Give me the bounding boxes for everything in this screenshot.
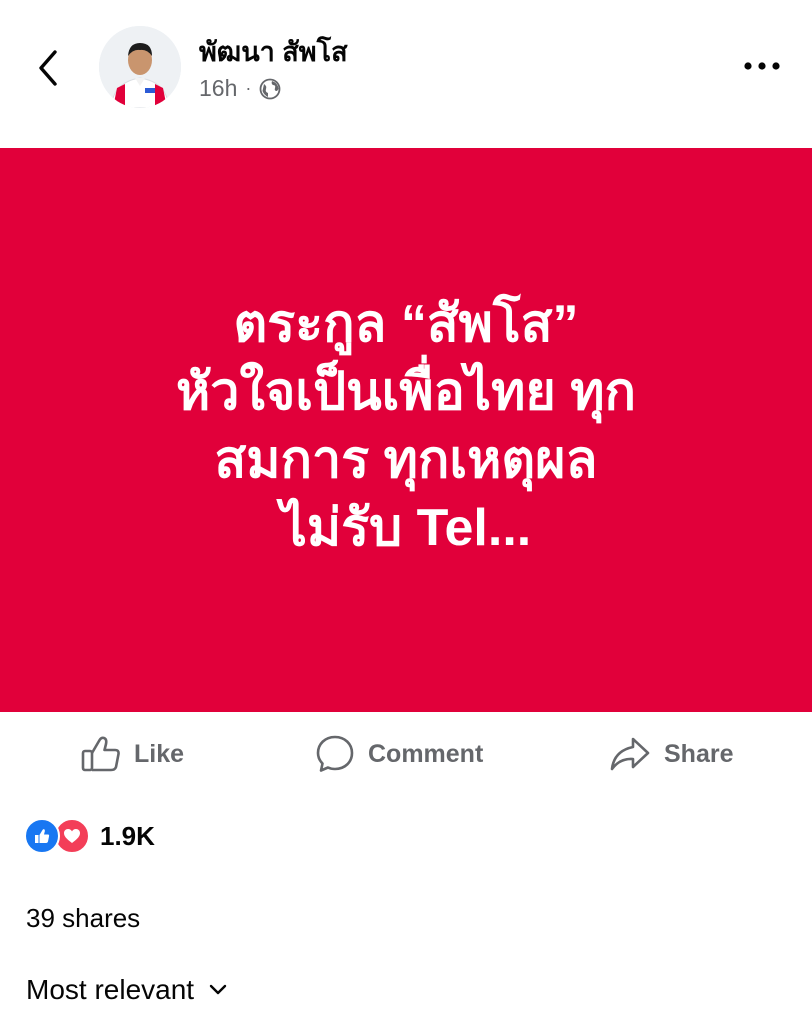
post-text-line: ตระกูล “สัพโส”: [233, 295, 579, 353]
post-actions-bar: Like Comment Share: [0, 712, 812, 796]
reactions-summary[interactable]: 1.9K: [24, 816, 155, 856]
share-icon: [610, 737, 650, 771]
post-timestamp[interactable]: 16h: [199, 75, 237, 102]
shares-count[interactable]: 39 shares: [26, 903, 140, 934]
share-button[interactable]: Share: [608, 712, 733, 796]
like-reaction-icon: [24, 818, 60, 854]
comment-label: Comment: [368, 739, 484, 768]
more-options-button[interactable]: [738, 52, 786, 80]
post-text: ตระกูล “สัพโส” หัวใจเป็นเพื่อไทย ทุก สมก…: [86, 290, 726, 562]
post-meta: 16h ·: [199, 75, 281, 102]
chevron-left-icon: [39, 50, 57, 86]
author-name[interactable]: พัฒนา สัพโส: [199, 30, 348, 73]
globe-icon: [259, 78, 281, 99]
comment-button[interactable]: Comment: [314, 712, 483, 796]
post-text-line: หัวใจเป็นเพื่อไทย ทุก: [175, 363, 637, 421]
post-text-line: สมการ ทุกเหตุผล: [214, 431, 598, 489]
back-button[interactable]: [28, 44, 68, 92]
post-content-card[interactable]: ตระกูล “สัพโส” หัวใจเป็นเพื่อไทย ทุก สมก…: [0, 148, 812, 712]
like-label: Like: [134, 739, 185, 768]
post-header: พัฒนา สัพโส 16h ·: [0, 0, 812, 148]
thumbs-up-icon: [81, 736, 120, 772]
sort-label: Most relevant: [26, 974, 195, 1005]
avatar-image: [99, 26, 181, 108]
like-button[interactable]: Like: [80, 712, 184, 796]
author-avatar[interactable]: [99, 26, 181, 108]
reaction-count: 1.9K: [100, 820, 155, 851]
chevron-down-icon: [209, 984, 227, 995]
meta-separator: ·: [245, 78, 252, 98]
share-label: Share: [664, 739, 734, 768]
post-text-line: ไม่รับ Tel...: [280, 499, 532, 557]
comment-sort-dropdown[interactable]: Most relevant: [26, 974, 228, 1006]
more-icon: [744, 62, 780, 70]
comment-icon: [316, 735, 354, 772]
